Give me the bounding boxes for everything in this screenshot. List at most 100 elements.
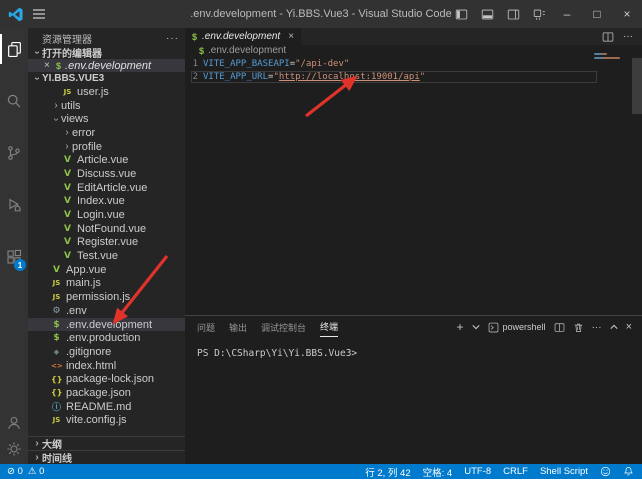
tree-item-readme-md[interactable]: ⓘREADME.md: [28, 400, 185, 414]
minimize-button[interactable]: –: [552, 0, 582, 28]
menu-hamburger-icon[interactable]: [33, 9, 45, 19]
status-item[interactable]: 空格: 4: [423, 465, 453, 479]
vscode-logo-icon: [8, 7, 23, 22]
chevron-right-icon: ›: [32, 438, 42, 449]
chevron-right-icon: ›: [62, 127, 72, 138]
open-editors-section[interactable]: › 打开的编辑器: [28, 46, 185, 59]
tree-item-notfound-vue[interactable]: VNotFound.vue: [28, 222, 185, 236]
terminal-dropdown-chevron-icon[interactable]: [472, 324, 480, 330]
tree-item-label: EditArticle.vue: [77, 182, 147, 194]
toggle-secondary-sidebar-icon[interactable]: [500, 0, 526, 28]
env-file-icon: $: [51, 320, 62, 330]
extensions-icon[interactable]: 1: [0, 242, 28, 272]
tree-item-vite-config-js[interactable]: JSvite.config.js: [28, 414, 185, 428]
bottom-panel: 问题输出调试控制台终端 + powershell ···: [185, 315, 642, 464]
source-control-icon[interactable]: [0, 138, 28, 168]
code-token: VITE_APP_BASEAPI: [203, 58, 290, 71]
panel-more-actions-icon[interactable]: ···: [592, 322, 602, 333]
open-editor-item-env-development[interactable]: × $ .env.development: [28, 59, 185, 72]
tree-item-user-js[interactable]: JSuser.js: [28, 85, 185, 99]
tree-item-register-vue[interactable]: V Register.vue: [28, 236, 185, 250]
panel-tab-输出[interactable]: 输出: [229, 318, 247, 337]
status-item[interactable]: Shell Script: [540, 466, 588, 477]
close-panel-icon[interactable]: ×: [626, 321, 632, 333]
new-terminal-icon[interactable]: +: [457, 320, 464, 334]
tree-item-index-vue[interactable]: VIndex.vue: [28, 195, 185, 209]
line-number: 2: [191, 71, 198, 84]
maximize-button[interactable]: □: [582, 0, 612, 28]
status-item[interactable]: 行 2, 列 42: [365, 465, 410, 479]
tree-item-index-html[interactable]: <>index.html: [28, 359, 185, 373]
status-item[interactable]: CRLF: [503, 466, 528, 477]
timeline-section[interactable]: › 时间线: [28, 450, 185, 464]
panel-tab-调试控制台[interactable]: 调试控制台: [261, 318, 306, 337]
tree-item-label: Login.vue: [77, 209, 125, 221]
tree-item-package-lock-json[interactable]: {}package-lock.json: [28, 372, 185, 386]
tree-item-article-vue[interactable]: VArticle.vue: [28, 153, 185, 167]
chevron-down-icon: ›: [32, 74, 43, 84]
tree-item-package-json[interactable]: {}package.json: [28, 386, 185, 400]
tree-item-label: Article.vue: [77, 154, 128, 166]
breadcrumb[interactable]: $ .env.development: [185, 45, 642, 56]
toggle-panel-icon[interactable]: [474, 0, 500, 28]
tree-item-login-vue[interactable]: VLogin.vue: [28, 208, 185, 222]
code-line-1[interactable]: 1VITE_APP_BASEAPI="/api-dev": [191, 58, 597, 71]
project-section-header[interactable]: › YI.BBS.VUE3: [28, 72, 185, 85]
code-line-2[interactable]: 2VITE_APP_URL="http://localhost:19001/ap…: [191, 71, 597, 84]
tree-item--env-development[interactable]: $.env.development: [28, 318, 185, 332]
code-area[interactable]: 1VITE_APP_BASEAPI="/api-dev"2VITE_APP_UR…: [185, 58, 642, 83]
tab-env-development[interactable]: $ .env.development ×: [185, 28, 301, 45]
outline-section[interactable]: › 大纲: [28, 436, 185, 450]
url-link[interactable]: http://localhost:19001/api: [279, 71, 420, 84]
tree-item-label: Register.vue: [77, 236, 138, 248]
tree-item-main-js[interactable]: JSmain.js: [28, 277, 185, 291]
split-terminal-icon[interactable]: [554, 322, 565, 333]
status-item[interactable]: UTF-8: [464, 466, 491, 477]
kill-terminal-trash-icon[interactable]: [573, 322, 584, 333]
customize-layout-icon[interactable]: [526, 0, 552, 28]
tree-item-editarticle-vue[interactable]: VEditArticle.vue: [28, 181, 185, 195]
warning-icon: ⚠: [28, 466, 37, 477]
close-tab-icon[interactable]: ×: [288, 31, 294, 42]
tree-item-discuss-vue[interactable]: VDiscuss.vue: [28, 167, 185, 181]
tree-item-label: .env.production: [66, 332, 140, 344]
js-file-icon: JS: [51, 279, 62, 287]
editor-scrollbar[interactable]: [632, 58, 642, 114]
sidebar-title: 资源管理器: [42, 31, 92, 46]
sidebar-more-actions-icon[interactable]: ···: [166, 33, 179, 44]
toggle-primary-sidebar-icon[interactable]: [448, 0, 474, 28]
close-icon[interactable]: ×: [44, 60, 52, 71]
tree-item-permission-js[interactable]: JS permission.js: [28, 290, 185, 304]
feedback-smiley-icon[interactable]: [600, 466, 611, 477]
tree-item-profile[interactable]: ›profile: [28, 140, 185, 154]
run-and-debug-icon[interactable]: [0, 190, 28, 220]
warnings-indicator[interactable]: ⚠ 0: [28, 466, 44, 477]
panel-tab-终端[interactable]: 终端: [320, 317, 338, 337]
vue-file-icon: V: [62, 237, 73, 247]
notifications-bell-icon[interactable]: [623, 466, 634, 477]
settings-gear-icon[interactable]: [0, 434, 28, 464]
errors-indicator[interactable]: ⊘ 0: [7, 466, 23, 477]
split-editor-icon[interactable]: [602, 31, 614, 43]
tree-item-utils[interactable]: ›utils: [28, 99, 185, 113]
close-button[interactable]: ×: [612, 0, 642, 28]
tree-item-label: package-lock.json: [66, 373, 154, 385]
js-file-icon: JS: [51, 293, 62, 301]
tree-item--gitignore[interactable]: ◆.gitignore: [28, 345, 185, 359]
panel-tab-问题[interactable]: 问题: [197, 318, 215, 337]
tree-item-label: README.md: [66, 401, 131, 413]
terminal-instance[interactable]: powershell: [488, 322, 546, 333]
terminal-output[interactable]: PS D:\CSharp\Yi\Yi.BBS.Vue3>: [185, 338, 642, 359]
tree-item-test-vue[interactable]: VTest.vue: [28, 249, 185, 263]
maximize-panel-chevron-icon[interactable]: [610, 324, 618, 330]
tree-item-error[interactable]: ›error: [28, 126, 185, 140]
search-icon[interactable]: [0, 86, 28, 116]
editor-more-actions-icon[interactable]: ···: [623, 31, 633, 42]
tree-item-views[interactable]: ›views: [28, 112, 185, 126]
tree-item--env[interactable]: ⚙.env: [28, 304, 185, 318]
tree-item-app-vue[interactable]: VApp.vue: [28, 263, 185, 277]
tree-item--env-production[interactable]: $.env.production: [28, 331, 185, 345]
vue-file-icon: V: [62, 196, 73, 206]
explorer-icon[interactable]: [0, 34, 28, 64]
tree-item-label: permission.js: [66, 291, 130, 303]
